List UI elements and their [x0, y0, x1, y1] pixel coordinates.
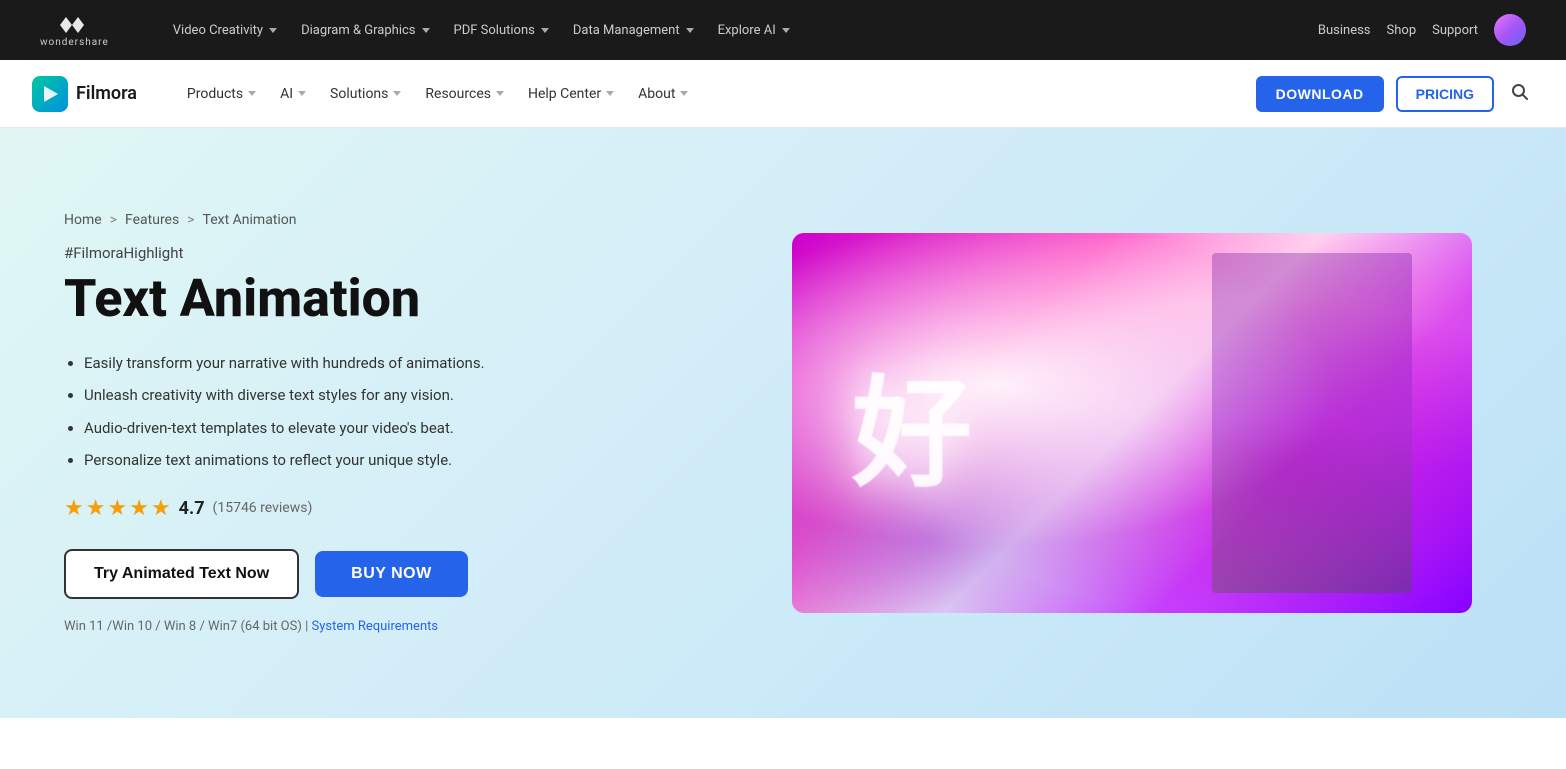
- bullet-3: Audio-driven-text templates to elevate y…: [84, 417, 744, 440]
- top-nav-data-management[interactable]: Data Management: [565, 19, 702, 42]
- buy-button[interactable]: BUY NOW: [315, 551, 468, 597]
- chevron-down-icon: [248, 91, 256, 96]
- chevron-down-icon: [393, 91, 401, 96]
- hero-section: Home > Features > Text Animation #Filmor…: [0, 128, 1566, 718]
- breadcrumb-current: Text Animation: [203, 212, 297, 228]
- system-requirements-link[interactable]: System Requirements: [312, 619, 439, 634]
- chevron-down-icon: [422, 28, 430, 33]
- chevron-down-icon: [269, 28, 277, 33]
- star-2: ★: [86, 496, 106, 521]
- star-rating: ★ ★ ★ ★ ★: [64, 496, 171, 521]
- top-nav-support[interactable]: Support: [1432, 23, 1478, 38]
- chevron-down-icon: [686, 28, 694, 33]
- breadcrumb-home[interactable]: Home: [64, 212, 102, 228]
- animated-text-visual: 好: [852, 336, 972, 510]
- top-nav-pdf-solutions[interactable]: PDF Solutions: [446, 19, 557, 42]
- try-button[interactable]: Try Animated Text Now: [64, 549, 299, 599]
- page-title: Text Animation: [64, 270, 744, 327]
- sec-nav-items: Products AI Solutions Resources Help Cen…: [177, 80, 1232, 108]
- star-5: ★: [151, 496, 171, 521]
- star-1: ★: [64, 496, 84, 521]
- download-button[interactable]: DOWNLOAD: [1256, 76, 1384, 112]
- user-avatar[interactable]: [1494, 14, 1526, 46]
- chevron-down-icon: [496, 91, 504, 96]
- hashtag: #FilmoraHighlight: [64, 244, 744, 262]
- sec-nav-resources[interactable]: Resources: [415, 80, 514, 108]
- feature-bullets: Easily transform your narrative with hun…: [64, 352, 744, 472]
- sec-nav-products[interactable]: Products: [177, 80, 266, 108]
- top-nav-right: Business Shop Support: [1318, 14, 1526, 46]
- filmora-logo-icon: [32, 76, 68, 112]
- pricing-button[interactable]: PRICING: [1396, 76, 1494, 112]
- top-nav-video-creativity[interactable]: Video Creativity: [165, 19, 285, 42]
- star-3: ★: [107, 496, 127, 521]
- sec-nav-help-center[interactable]: Help Center: [518, 80, 624, 108]
- rating-reviews: (15746 reviews): [213, 500, 313, 516]
- breadcrumb-sep: >: [187, 212, 194, 228]
- sec-nav-right: DOWNLOAD PRICING: [1256, 76, 1534, 112]
- logo-text: wondershare: [40, 37, 109, 48]
- chevron-down-icon: [680, 91, 688, 96]
- search-button[interactable]: [1506, 78, 1534, 110]
- top-nav-explore-ai[interactable]: Explore AI: [710, 19, 798, 42]
- top-nav-shop[interactable]: Shop: [1387, 23, 1417, 38]
- filmora-brand-text: Filmora: [76, 83, 137, 104]
- hero-content: Home > Features > Text Animation #Filmor…: [64, 212, 744, 633]
- breadcrumb: Home > Features > Text Animation: [64, 212, 744, 228]
- star-4: ★: [129, 496, 149, 521]
- hero-image: 好: [792, 233, 1472, 613]
- chevron-down-icon: [782, 28, 790, 33]
- chevron-down-icon: [298, 91, 306, 96]
- chevron-down-icon: [541, 28, 549, 33]
- cta-row: Try Animated Text Now BUY NOW: [64, 549, 744, 599]
- bullet-1: Easily transform your narrative with hun…: [84, 352, 744, 375]
- figure-overlay: [1212, 253, 1412, 593]
- sec-nav-about[interactable]: About: [628, 80, 698, 108]
- filmora-brand[interactable]: Filmora: [32, 76, 137, 112]
- system-requirements: Win 11 /Win 10 / Win 8 / Win7 (64 bit OS…: [64, 619, 744, 634]
- hero-image-background: 好: [792, 233, 1472, 613]
- secondary-nav: Filmora Products AI Solutions Resources …: [0, 60, 1566, 128]
- rating-row: ★ ★ ★ ★ ★ 4.7 (15746 reviews): [64, 496, 744, 521]
- rating-score: 4.7: [179, 498, 205, 519]
- sec-nav-solutions[interactable]: Solutions: [320, 80, 411, 108]
- chevron-down-icon: [606, 91, 614, 96]
- bullet-2: Unleash creativity with diverse text sty…: [84, 384, 744, 407]
- bullet-4: Personalize text animations to reflect y…: [84, 449, 744, 472]
- top-nav-items: Video Creativity Diagram & Graphics PDF …: [165, 19, 1286, 42]
- breadcrumb-sep: >: [110, 212, 117, 228]
- top-nav: wondershare Video Creativity Diagram & G…: [0, 0, 1566, 60]
- top-nav-business[interactable]: Business: [1318, 23, 1371, 38]
- top-nav-diagram-graphics[interactable]: Diagram & Graphics: [293, 19, 437, 42]
- sec-nav-ai[interactable]: AI: [270, 80, 316, 108]
- breadcrumb-features[interactable]: Features: [125, 212, 179, 228]
- wondershare-logo[interactable]: wondershare: [40, 13, 109, 48]
- search-icon: [1510, 82, 1530, 102]
